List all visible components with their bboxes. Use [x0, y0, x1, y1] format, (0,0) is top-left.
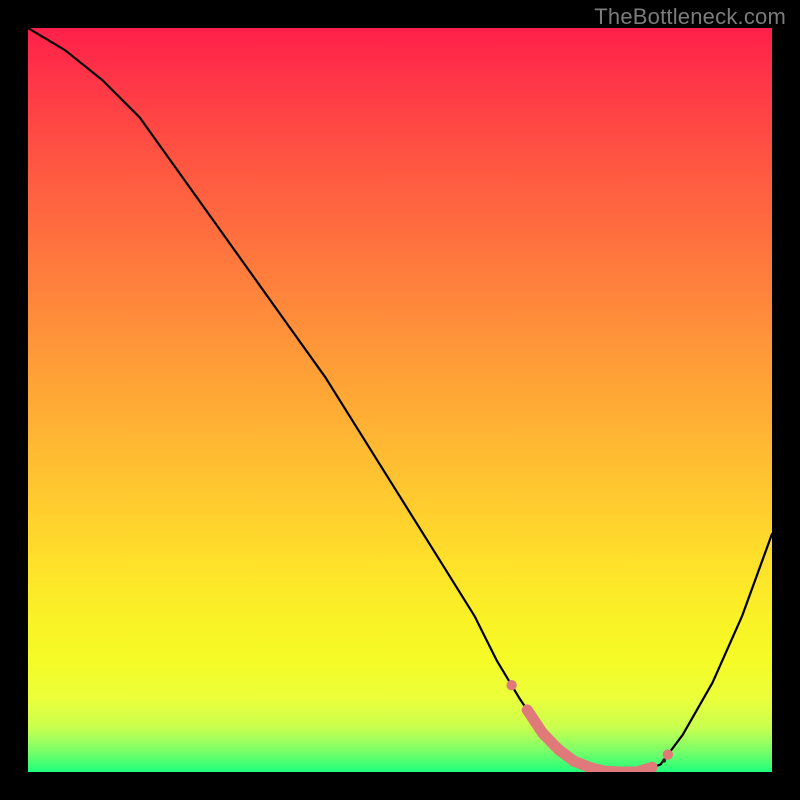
min-marker — [662, 759, 666, 763]
valley-segment — [637, 767, 653, 772]
bottleneck-curve — [28, 28, 772, 772]
valley-dot — [663, 749, 673, 759]
curve-layer — [28, 28, 772, 772]
plot-area — [28, 28, 772, 772]
valley-dot — [506, 680, 516, 690]
watermark-text: TheBottleneck.com — [594, 4, 786, 30]
valley-highlight — [506, 680, 673, 772]
chart-frame: TheBottleneck.com — [0, 0, 800, 800]
